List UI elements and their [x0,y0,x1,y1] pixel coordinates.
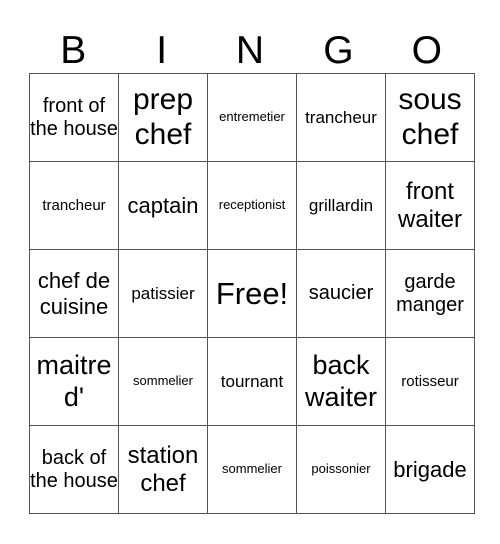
bingo-cell[interactable]: rotisseur [385,337,475,426]
header-letter-n: N [235,29,265,72]
bingo-cell[interactable]: poissonier [296,425,386,514]
bingo-cell[interactable]: garde manger [385,249,475,338]
bingo-cell[interactable]: entremetier [207,73,297,162]
header-letter-o: O [411,29,442,72]
grid-row: maitre d' sommelier tournant back waiter… [29,337,475,426]
bingo-cell[interactable]: receptionist [207,161,297,250]
bingo-cell[interactable]: sommelier [118,337,208,426]
free-space-cell[interactable]: Free! [207,249,297,338]
bingo-cell[interactable]: grillardin [296,161,386,250]
bingo-cell[interactable]: back of the house [29,425,119,514]
bingo-cell[interactable]: front of the house [29,73,119,162]
grid-row: back of the house station chef sommelier… [29,425,475,514]
bingo-cell[interactable]: prep chef [118,73,208,162]
bingo-cell[interactable]: station chef [118,425,208,514]
bingo-cell[interactable]: maitre d' [29,337,119,426]
bingo-cell[interactable]: front waiter [385,161,475,250]
bingo-cell[interactable]: trancheur [29,161,119,250]
bingo-cell[interactable]: sous chef [385,73,475,162]
header-letter-g: G [323,29,354,72]
header-letter-b: B [60,29,87,72]
bingo-grid: front of the house prep chef entremetier… [29,73,475,514]
grid-row: front of the house prep chef entremetier… [29,73,475,162]
bingo-cell[interactable]: captain [118,161,208,250]
bingo-cell[interactable]: sommelier [207,425,297,514]
bingo-cell[interactable]: back waiter [296,337,386,426]
grid-row: trancheur captain receptionist grillardi… [29,161,475,250]
grid-row: chef de cuisine patissier Free! saucier … [29,249,475,338]
bingo-cell[interactable]: brigade [385,425,475,514]
bingo-cell[interactable]: tournant [207,337,297,426]
header-letter-i: I [156,29,168,72]
bingo-cell[interactable]: trancheur [296,73,386,162]
bingo-cell[interactable]: patissier [118,249,208,338]
bingo-header: B I N G O [29,30,471,72]
bingo-cell[interactable]: saucier [296,249,386,338]
bingo-cell[interactable]: chef de cuisine [29,249,119,338]
